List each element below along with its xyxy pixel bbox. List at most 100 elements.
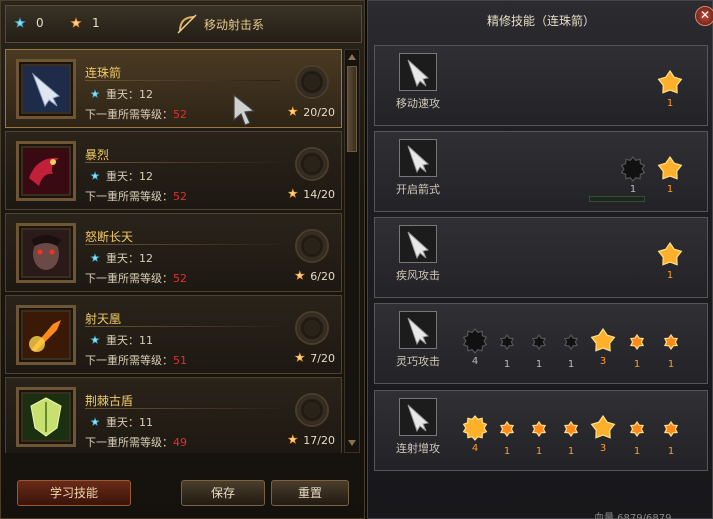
blue-star-gem-icon	[90, 171, 100, 181]
skill-icon-frame	[16, 141, 76, 201]
skill-name: 射天凰	[85, 312, 122, 326]
active-star-icon	[590, 328, 616, 352]
skill-progress: 17/20	[287, 434, 335, 447]
perk-node[interactable]: 1	[623, 421, 651, 457]
skill-school: 移动射击系	[176, 13, 264, 35]
skill-dial-button[interactable]	[295, 229, 329, 263]
perk-node-count: 4	[471, 356, 479, 367]
level-label: 重天：	[106, 416, 139, 429]
perk-arrow-icon	[399, 398, 437, 436]
skill-progress: 6/20	[294, 270, 335, 283]
perk-node[interactable]: 1	[557, 334, 585, 370]
level-value: 11	[139, 416, 153, 429]
perk-row[interactable]: 灵巧攻击 4 1 1 1 3 1 1	[374, 303, 708, 384]
perk-node-count: 1	[535, 359, 543, 370]
resource-bar: 0 1 移动射击系	[5, 5, 362, 43]
level-value: 12	[139, 88, 153, 101]
perk-node[interactable]: 4	[461, 415, 489, 454]
perk-node-count: 1	[666, 184, 674, 195]
required-level-label: 下一重所需等级：	[85, 272, 173, 285]
perk-node[interactable]: 1	[557, 421, 585, 457]
arrow-volley-icon	[23, 66, 69, 112]
orange-star-gem-icon	[70, 17, 82, 28]
perk-node[interactable]: 1	[656, 156, 684, 195]
perk-arrow-icon	[399, 225, 437, 263]
perk-node[interactable]: 1	[493, 334, 521, 370]
perk-label: 移动速攻	[396, 97, 440, 110]
skill-progress: 20/20	[287, 106, 335, 119]
perk-node[interactable]: 1	[657, 421, 685, 457]
perk-node-count: 1	[667, 359, 675, 370]
skill-dial-button[interactable]	[295, 393, 329, 427]
skill-list-scrollbar[interactable]	[344, 49, 360, 453]
active-small-star-icon	[663, 421, 679, 437]
perk-arrow-icon	[399, 139, 437, 177]
blue-star-gem-icon	[90, 253, 100, 263]
inactive-small-star-icon	[499, 334, 515, 350]
skill-level: 重天：12	[90, 86, 153, 102]
inactive-burst-star-icon	[462, 328, 488, 354]
inactive-burst-star-icon	[620, 156, 646, 182]
perk-row[interactable]: 疾风攻击 1	[374, 217, 708, 298]
active-small-star-icon	[629, 334, 645, 350]
perk-node[interactable]: 1	[525, 334, 553, 370]
perk-row[interactable]: 连射增攻 4 1 1 1 3 1 1	[374, 390, 708, 471]
red-dragon-icon	[23, 148, 69, 194]
orange-star-gem-icon	[287, 106, 299, 117]
level-label: 重天：	[106, 88, 139, 101]
scroll-thumb[interactable]	[347, 66, 357, 152]
skill-dial-button[interactable]	[295, 65, 329, 99]
active-burst-star-icon	[462, 415, 488, 441]
required-level-value: 52	[173, 190, 187, 203]
close-button[interactable]: ✕	[695, 6, 713, 26]
level-label: 重天：	[106, 170, 139, 183]
perk-node-count: 1	[666, 98, 674, 109]
perk-row[interactable]: 移动速攻 1	[374, 45, 708, 126]
perk-node[interactable]: 1	[619, 156, 647, 195]
active-star-icon	[657, 70, 683, 94]
perk-node[interactable]: 1	[656, 70, 684, 109]
skill-progress-value: 17/20	[303, 434, 335, 447]
perk-node[interactable]: 4	[461, 328, 489, 367]
active-star-icon	[590, 415, 616, 439]
skill-icon-frame	[16, 305, 76, 365]
skill-level: 重天：12	[90, 168, 153, 184]
perk-node[interactable]: 1	[623, 334, 651, 370]
perk-node-count: 4	[471, 443, 479, 454]
learn-skill-button[interactable]: 学习技能	[17, 480, 131, 506]
skill-dial-button[interactable]	[295, 147, 329, 181]
perk-node[interactable]: 1	[657, 334, 685, 370]
skill-row[interactable]: 暴烈 重天：12 下一重所需等级：52 14/20	[5, 131, 342, 210]
perk-node[interactable]: 1	[525, 421, 553, 457]
skill-row[interactable]: 怒断长天 重天：12 下一重所需等级：52 6/20	[5, 213, 342, 292]
perk-node-count: 1	[567, 359, 575, 370]
skill-progress: 7/20	[294, 352, 335, 365]
skill-dial-button[interactable]	[295, 311, 329, 345]
active-small-star-icon	[531, 421, 547, 437]
perk-node-count: 1	[629, 184, 637, 195]
skill-row[interactable]: 荆棘古盾 重天：11 下一重所需等级：49 17/20	[5, 377, 342, 453]
inactive-small-star-icon	[563, 334, 579, 350]
reset-button[interactable]: 重置	[271, 480, 349, 506]
perk-node-count: 1	[667, 446, 675, 457]
active-star-icon	[657, 156, 683, 180]
required-level: 下一重所需等级：49	[85, 434, 187, 450]
skill-progress-value: 7/20	[310, 352, 335, 365]
scroll-down-icon[interactable]	[347, 438, 357, 448]
perk-progress-bar	[589, 196, 645, 202]
skill-row[interactable]: 连珠箭 重天：12 下一重所需等级：52 20/20	[5, 49, 342, 128]
skill-icon-frame	[16, 223, 76, 283]
perk-node[interactable]: 3	[589, 328, 617, 367]
perk-node[interactable]: 1	[493, 421, 521, 457]
skill-name: 连珠箭	[85, 66, 122, 80]
perk-node[interactable]: 1	[656, 242, 684, 281]
scroll-up-icon[interactable]	[347, 52, 357, 62]
perk-row[interactable]: 开启箭式 1 1	[374, 131, 708, 212]
save-button[interactable]: 保存	[181, 480, 265, 506]
perk-node[interactable]: 3	[589, 415, 617, 454]
required-level-label: 下一重所需等级：	[85, 354, 173, 367]
skill-row[interactable]: 射天凰 重天：11 下一重所需等级：51 7/20	[5, 295, 342, 374]
skill-level: 重天：11	[90, 332, 153, 348]
orange-star-gem-icon	[287, 434, 299, 445]
perk-node-count: 1	[666, 270, 674, 281]
